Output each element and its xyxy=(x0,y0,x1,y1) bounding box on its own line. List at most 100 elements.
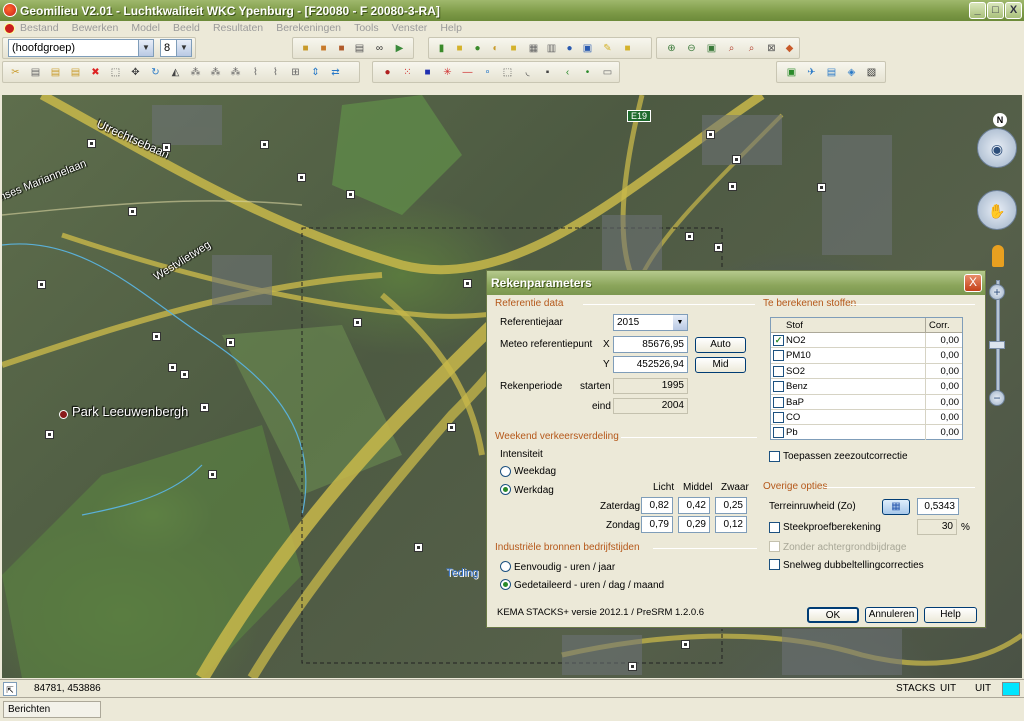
globe-icon[interactable]: ● xyxy=(471,42,484,55)
coords-icon[interactable]: ⇱ xyxy=(3,682,17,696)
zoom-out-icon[interactable]: ⊖ xyxy=(685,42,698,55)
folder-icon[interactable]: ■ xyxy=(453,42,466,55)
calculator-icon[interactable]: ▣ xyxy=(581,42,594,55)
copy-icon[interactable]: ▤ xyxy=(29,66,42,79)
erase-icon[interactable]: ◆ xyxy=(783,42,796,55)
terrein-field[interactable]: 0,5343 xyxy=(917,498,959,515)
eenvoudig-radio[interactable] xyxy=(500,561,511,572)
square-icon[interactable]: ■ xyxy=(421,66,434,79)
table-row[interactable]: Pb 0,00 xyxy=(771,425,962,441)
table-row[interactable]: PM10 0,00 xyxy=(771,348,962,364)
chevron-down-icon[interactable]: ▼ xyxy=(673,315,687,330)
gedetailleerd-radio[interactable] xyxy=(500,579,511,590)
line-icon[interactable]: — xyxy=(461,66,474,79)
help-button[interactable]: Help xyxy=(924,607,977,623)
star-icon[interactable]: ✳ xyxy=(441,66,454,79)
stof-corr[interactable]: 0,00 xyxy=(941,412,960,423)
map-poi[interactable] xyxy=(628,662,637,671)
dialog-close-button[interactable]: X xyxy=(964,274,982,292)
map-poi[interactable] xyxy=(685,232,694,241)
map-poi[interactable] xyxy=(681,640,690,649)
steekproef-checkbox[interactable] xyxy=(769,522,780,533)
menu-bewerken[interactable]: Bewerken xyxy=(72,22,119,34)
node-remove-icon[interactable]: ⁂ xyxy=(209,66,222,79)
zoom-slider-handle[interactable] xyxy=(989,341,1005,349)
berichten-tab[interactable]: Berichten xyxy=(3,701,101,718)
point-icon[interactable]: ● xyxy=(381,66,394,79)
table-row[interactable]: SO2 0,00 xyxy=(771,363,962,380)
angle-icon[interactable]: ‹ xyxy=(561,66,574,79)
map-poi[interactable] xyxy=(260,140,269,149)
map-poi[interactable] xyxy=(346,190,355,199)
table-icon[interactable]: ▥ xyxy=(545,42,558,55)
note-icon[interactable]: ■ xyxy=(621,42,634,55)
zoom-previous-icon[interactable]: ⌕ xyxy=(745,42,758,55)
auto-button[interactable]: Auto xyxy=(695,337,746,353)
snelweg-checkbox[interactable] xyxy=(769,559,780,570)
menu-beeld[interactable]: Beeld xyxy=(173,22,200,34)
map-icon[interactable]: ▣ xyxy=(785,66,798,79)
zoom-in-button[interactable]: + xyxy=(989,284,1005,300)
map-poi[interactable] xyxy=(297,173,306,182)
text-icon[interactable]: ▭ xyxy=(601,66,614,79)
map-poi[interactable] xyxy=(208,470,217,479)
plane-icon[interactable]: ✈ xyxy=(805,66,818,79)
map-poi[interactable] xyxy=(200,403,209,412)
paste-icon[interactable]: ▤ xyxy=(49,66,62,79)
map-poi[interactable] xyxy=(447,423,456,432)
node-add-icon[interactable]: ⁂ xyxy=(189,66,202,79)
map-poi[interactable] xyxy=(463,279,472,288)
save-icon[interactable]: ■ xyxy=(335,42,348,55)
image-icon[interactable]: ▧ xyxy=(865,66,878,79)
map-poi[interactable] xyxy=(168,363,177,372)
join-icon[interactable]: ⌇ xyxy=(269,66,282,79)
mirror-icon[interactable]: ◭ xyxy=(169,66,182,79)
zondag-licht-field[interactable]: 0,79 xyxy=(641,516,673,533)
y-field[interactable]: 452526,94 xyxy=(613,356,688,373)
stof-checkbox[interactable] xyxy=(773,396,784,408)
table-row[interactable]: Benz 0,00 xyxy=(771,379,962,395)
map-poi[interactable] xyxy=(162,143,171,152)
zaterdag-middel-field[interactable]: 0,42 xyxy=(678,497,710,514)
select-icon[interactable]: ⊠ xyxy=(765,42,778,55)
park-marker-icon[interactable] xyxy=(59,410,68,419)
map-poi[interactable] xyxy=(45,430,54,439)
node-move-icon[interactable]: ⁂ xyxy=(229,66,242,79)
export-icon[interactable]: ▶ xyxy=(393,42,406,55)
map-poi[interactable] xyxy=(414,543,423,552)
chevron-down-icon[interactable]: ▼ xyxy=(138,40,153,56)
close-window-button[interactable]: X xyxy=(1005,2,1022,19)
stof-checkbox[interactable] xyxy=(773,412,784,423)
stof-corr[interactable]: 0,00 xyxy=(941,350,960,361)
stof-corr[interactable]: 0,00 xyxy=(941,427,960,438)
referentiejaar-select[interactable]: 2015 ▼ xyxy=(613,314,688,331)
stof-checkbox[interactable] xyxy=(773,427,784,439)
dot-icon[interactable]: • xyxy=(581,66,594,79)
weekdag-radio[interactable] xyxy=(500,466,511,477)
rect-icon[interactable]: ⬚ xyxy=(501,66,514,79)
fill-icon[interactable]: ▪ xyxy=(541,66,554,79)
folder-open-icon[interactable]: ■ xyxy=(507,42,520,55)
map-poi[interactable] xyxy=(706,130,715,139)
grid-icon[interactable]: ▦ xyxy=(527,42,540,55)
menu-berekeningen[interactable]: Berekeningen xyxy=(276,22,341,34)
map-poi[interactable] xyxy=(732,155,741,164)
app-menu-icon[interactable] xyxy=(4,23,15,34)
terrein-picker-button[interactable]: ▦ xyxy=(882,499,910,515)
map-poi[interactable] xyxy=(226,338,235,347)
menu-resultaten[interactable]: Resultaten xyxy=(213,22,263,34)
group-select[interactable]: (hoofdgroep) ▼ xyxy=(8,39,154,57)
binoculars-icon[interactable]: ∞ xyxy=(373,42,386,55)
measure-icon[interactable]: ⊞ xyxy=(289,66,302,79)
mid-button[interactable]: Mid xyxy=(695,357,746,373)
zondag-middel-field[interactable]: 0,29 xyxy=(678,516,710,533)
clipboard-icon[interactable]: ▤ xyxy=(69,66,82,79)
map-poi[interactable] xyxy=(87,139,96,148)
zaterdag-zwaar-field[interactable]: 0,25 xyxy=(715,497,747,514)
pencil-icon[interactable]: ✎ xyxy=(601,42,614,55)
info-icon[interactable]: ● xyxy=(563,42,576,55)
split-icon[interactable]: ⌇ xyxy=(249,66,262,79)
minimize-button[interactable]: _ xyxy=(969,2,986,19)
print-icon[interactable]: ▤ xyxy=(353,42,366,55)
new-icon[interactable]: ■ xyxy=(299,42,312,55)
